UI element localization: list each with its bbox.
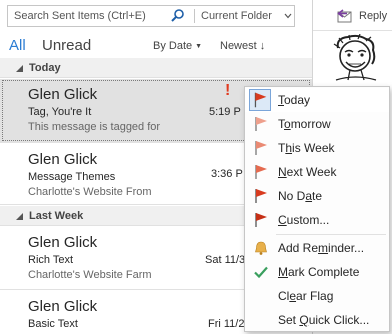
menu-item-label: No Date bbox=[278, 189, 323, 203]
high-importance-icon: ! bbox=[225, 82, 231, 99]
search-icon[interactable] bbox=[169, 8, 187, 24]
search-divider bbox=[194, 9, 195, 23]
sort-order-label: Newest bbox=[220, 40, 257, 52]
reply-label: Reply bbox=[359, 10, 388, 22]
menu-item-label: Clear Flag bbox=[278, 289, 334, 303]
menu-separator bbox=[276, 234, 386, 235]
collapse-triangle-icon[interactable] bbox=[16, 213, 23, 220]
menu-item-add-reminder[interactable]: Add Reminder... bbox=[245, 236, 389, 260]
mail-subject: Message Themes bbox=[28, 171, 116, 183]
mail-sender: Glen Glick bbox=[28, 298, 98, 315]
caret-down-icon: ▼ bbox=[195, 43, 203, 50]
flag-light-icon bbox=[255, 141, 267, 155]
mail-time: Sat 11/3 bbox=[205, 254, 246, 266]
checkmark-icon bbox=[254, 266, 268, 279]
group-label: Last Week bbox=[29, 210, 84, 222]
mail-preview: Charlotte's Website Farm bbox=[28, 269, 152, 281]
bell-icon bbox=[255, 241, 267, 255]
mail-subject: Rich Text bbox=[28, 254, 74, 266]
sort-by-dropdown[interactable]: By Date ▼ bbox=[153, 40, 202, 52]
menu-item-no-date[interactable]: No Date bbox=[245, 184, 389, 208]
mail-preview: This message is tagged for bbox=[28, 121, 161, 133]
menu-item-label: Tomorrow bbox=[278, 117, 331, 131]
mail-sender: Glen Glick bbox=[28, 86, 98, 103]
menu-item-tomorrow[interactable]: Tomorrow bbox=[245, 112, 389, 136]
search-scope-dropdown[interactable]: Current Folder bbox=[201, 10, 272, 22]
follow-up-context-menu: Today Tomorrow This Week Next Week No Da… bbox=[244, 86, 390, 332]
menu-item-mark-complete[interactable]: Mark Complete bbox=[245, 260, 389, 284]
reply-icon bbox=[337, 9, 352, 23]
search-input[interactable]: Search Sent Items (Ctrl+E) bbox=[14, 10, 146, 22]
menu-item-set-quick-click[interactable]: Set Quick Click... bbox=[245, 308, 389, 332]
menu-item-label: Custom... bbox=[278, 213, 330, 227]
flag-red-icon bbox=[255, 213, 267, 227]
filter-unread-tab[interactable]: Unread bbox=[42, 37, 91, 54]
mail-time: 3:36 P bbox=[211, 168, 243, 180]
menu-item-label: This Week bbox=[278, 141, 335, 155]
menu-item-clear-flag[interactable]: Clear Flag bbox=[245, 284, 389, 308]
sender-avatar bbox=[333, 34, 377, 81]
chevron-down-icon[interactable] bbox=[284, 11, 292, 21]
flag-light-icon bbox=[255, 165, 267, 179]
search-bar[interactable]: Search Sent Items (Ctrl+E) Current Folde… bbox=[7, 5, 295, 27]
group-label: Today bbox=[29, 62, 61, 74]
filter-all-tab[interactable]: All bbox=[9, 37, 26, 54]
group-header-today[interactable]: Today bbox=[0, 58, 312, 78]
arrow-down-icon: ↓ bbox=[259, 40, 266, 52]
menu-item-label: Next Week bbox=[278, 165, 337, 179]
menu-item-label: Set Quick Click... bbox=[278, 313, 370, 327]
mail-sender: Glen Glick bbox=[28, 151, 98, 168]
menu-item-label: Add Reminder... bbox=[278, 241, 365, 255]
sort-order-toggle[interactable]: Newest ↓ bbox=[220, 40, 265, 52]
mail-sender: Glen Glick bbox=[28, 234, 98, 251]
menu-item-next-week[interactable]: Next Week bbox=[245, 160, 389, 184]
flag-light-icon bbox=[255, 117, 267, 131]
flag-red-icon bbox=[255, 189, 267, 203]
mail-time: Fri 11/2 bbox=[208, 318, 245, 330]
mail-subject: Tag, You're It bbox=[28, 106, 92, 118]
menu-item-today[interactable]: Today bbox=[245, 88, 389, 112]
mail-subject: Basic Text bbox=[28, 318, 78, 330]
flag-red-icon bbox=[249, 89, 271, 111]
menu-item-custom[interactable]: Custom... bbox=[245, 208, 389, 232]
mail-time: 5:19 P bbox=[209, 106, 241, 118]
menu-item-label: Today bbox=[278, 93, 311, 107]
menu-item-label: Mark Complete bbox=[278, 265, 360, 279]
collapse-triangle-icon[interactable] bbox=[16, 65, 23, 72]
divider bbox=[313, 30, 392, 31]
sort-by-label: By Date bbox=[153, 40, 193, 52]
mail-preview: Charlotte's Website From bbox=[28, 186, 152, 198]
menu-item-this-week[interactable]: This Week bbox=[245, 136, 389, 160]
